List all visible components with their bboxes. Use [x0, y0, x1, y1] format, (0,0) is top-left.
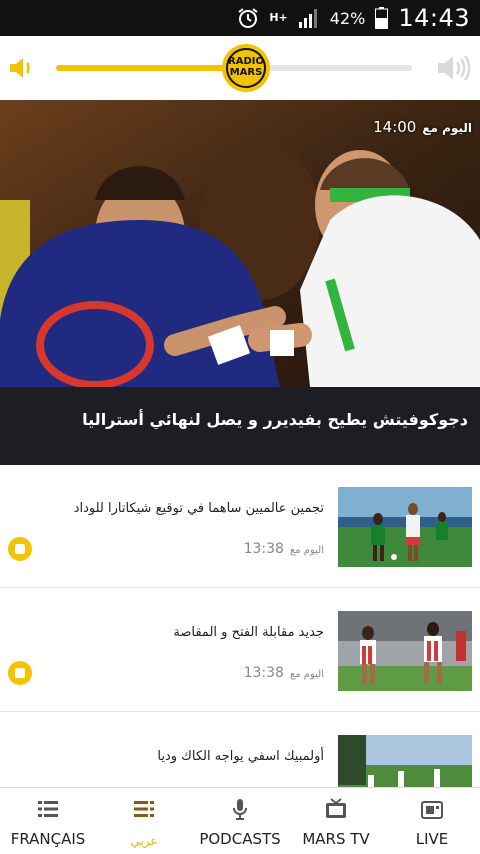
featured-article-image [0, 100, 480, 387]
nav-label: LIVE [415, 830, 449, 848]
article-time: اليوم مع 13:38 [243, 541, 324, 557]
bottom-navigation: FRANÇAIS عربي PODCASTS MARS TV LIVE [0, 787, 480, 854]
featured-article-time: 14:00 اليوم مع [373, 118, 472, 136]
article-title: جديد مقابلة الفتح و المقاصة [173, 625, 324, 640]
article-item[interactable]: جديد مقابلة الفتح و المقاصة اليوم مع 13:… [0, 589, 480, 712]
alarm-clock-icon [238, 8, 258, 28]
article-time: اليوم مع 13:38 [243, 665, 324, 681]
radio-mars-logo[interactable]: RADIO MARS [222, 44, 270, 92]
nav-label: عربي [130, 834, 158, 848]
featured-article-title: دجوكوفيتش يطيح بفيديرر و يصل لنهائي أستر… [82, 410, 468, 429]
nav-label: FRANÇAIS [10, 830, 86, 848]
article-thumbnail [338, 611, 472, 691]
list-icon [38, 801, 58, 817]
article-list: تجمين عالميين ساهما في توقيع شيكاتارا لل… [0, 465, 480, 787]
status-bar: H+ 42% 14:43 [0, 0, 480, 36]
network-type-indicator: H+ [269, 11, 288, 24]
logo-text: RADIO MARS [228, 56, 264, 78]
live-icon [421, 801, 443, 819]
featured-article[interactable]: 14:00 اليوم مع دجوكوفيتش يطيح بفيديرر و … [0, 100, 480, 465]
article-title: أولمبيك اسفي يواجه الكاك وديا [157, 749, 324, 764]
volume-up-icon[interactable] [436, 54, 472, 82]
nav-live[interactable]: LIVE [384, 788, 480, 854]
nav-podcasts[interactable]: PODCASTS [192, 788, 288, 854]
microphone-icon [233, 799, 247, 820]
volume-down-icon[interactable] [8, 56, 36, 80]
tv-icon [326, 798, 346, 818]
battery-icon [375, 7, 389, 29]
article-type-badge [8, 537, 32, 561]
nav-label: PODCASTS [199, 830, 281, 848]
radio-player-bar: RADIO MARS [0, 36, 480, 100]
nav-arabic[interactable]: عربي [96, 788, 192, 854]
clock: 14:43 [398, 4, 470, 32]
article-type-badge [8, 661, 32, 685]
nav-francais[interactable]: FRANÇAIS [0, 788, 96, 854]
nav-mars-tv[interactable]: MARS TV [288, 788, 384, 854]
article-item[interactable]: تجمين عالميين ساهما في توقيع شيكاتارا لل… [0, 465, 480, 588]
signal-strength-icon [298, 9, 317, 28]
article-item[interactable]: أولمبيك اسفي يواجه الكاك وديا [0, 713, 480, 787]
list-icon [134, 801, 154, 817]
battery-percent: 42% [329, 8, 366, 28]
article-thumbnail [338, 735, 472, 787]
article-title: تجمين عالميين ساهما في توقيع شيكاتارا لل… [73, 501, 324, 516]
article-thumbnail [338, 487, 472, 567]
nav-label: MARS TV [302, 830, 370, 848]
volume-slider-fill [56, 65, 234, 71]
